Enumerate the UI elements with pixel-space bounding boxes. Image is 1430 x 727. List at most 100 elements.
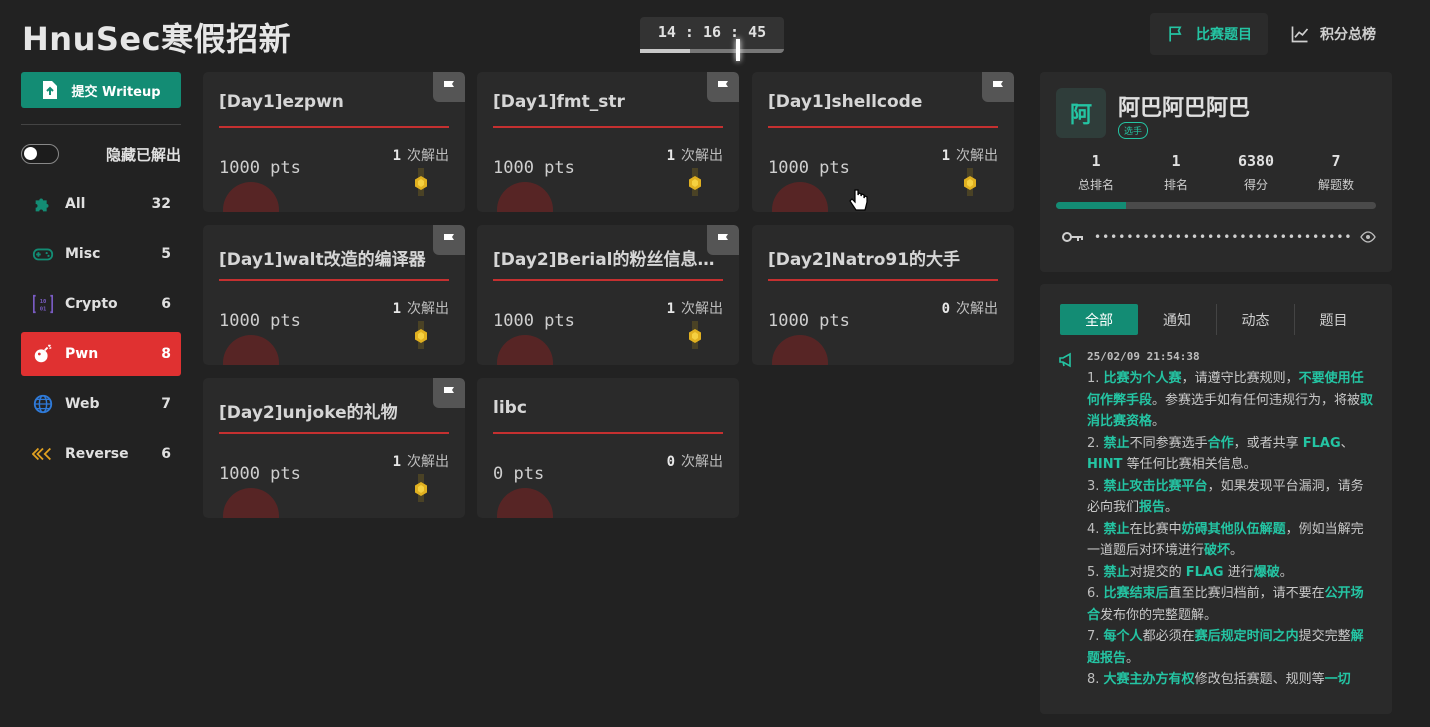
flag-icon [718, 81, 728, 94]
category-crypto[interactable]: 10 01 Crypto 6 [21, 282, 181, 326]
nav-scoreboard-button[interactable]: 积分总榜 [1274, 13, 1392, 55]
solved-flag-badge [707, 72, 739, 102]
solve-label: 次解出 [956, 301, 998, 317]
stat-value: 6380 [1237, 152, 1275, 170]
eye-icon[interactable] [1360, 231, 1376, 243]
challenge-solves: 1 次解出 [393, 451, 449, 471]
rule-3: 3. 禁止攻击比赛平台，如果发现平台漏洞，请务必向我们报告。 [1087, 478, 1364, 516]
bomb-icon [31, 342, 55, 366]
notice-tab-3[interactable]: 题目 [1294, 304, 1372, 335]
profile-stat: 7 解题数 [1296, 152, 1376, 193]
challenge-card[interactable]: [Day1]fmt_str 1000 pts 1 次解出 [477, 72, 739, 212]
mouse-pointer-icon [849, 189, 868, 211]
category-label: All [65, 196, 86, 212]
solve-label: 次解出 [681, 454, 723, 470]
nav-challenges-label: 比赛题目 [1196, 27, 1252, 43]
submit-writeup-button[interactable]: 提交 Writeup [21, 72, 181, 108]
challenge-points: 1000 pts [768, 158, 850, 178]
challenge-card[interactable]: libc 0 pts 0 次解出 [477, 378, 739, 518]
solved-flag-badge [707, 225, 739, 255]
challenge-divider [493, 279, 723, 281]
timer-progress-fill [640, 49, 691, 53]
challenge-card[interactable]: [Day1]walt改造的编译器 1000 pts 1 次解出 [203, 225, 465, 365]
decoration-blob [497, 488, 553, 518]
flag-icon [1169, 26, 1182, 42]
category-label: Web [65, 396, 100, 412]
rule-4: 4. 禁止在比赛中妨碍其他队伍解题，例如当解完一道题后对环境进行破坏。 [1087, 521, 1364, 559]
challenge-card[interactable]: [Day1]shellcode 1000 pts 1 次解出 [752, 72, 1014, 212]
challenge-card[interactable]: [Day2]Berial的粉丝信息收… 1000 pts 1 次解出 [477, 225, 739, 365]
notice-tab-1[interactable]: 通知 [1138, 304, 1216, 335]
challenge-divider [493, 432, 723, 434]
notice-time: 25/02/09 21:54:38 [1087, 350, 1200, 363]
challenge-points: 1000 pts [493, 158, 575, 178]
flag-icon [993, 81, 1003, 94]
flag-icon [718, 234, 728, 247]
hide-solved-label: 隐藏已解出 [105, 145, 181, 164]
token-mask: •••••••••••••••••••••••••••••••••• [1094, 230, 1350, 244]
challenge-solves: 0 次解出 [942, 298, 998, 318]
challenge-solves: 1 次解出 [667, 145, 723, 165]
profile-name: 阿巴阿巴阿巴 [1118, 96, 1251, 121]
decoration-blob [772, 182, 828, 212]
decoration-blob [223, 335, 279, 365]
challenge-title: libc [493, 398, 527, 418]
nav-challenges-button[interactable]: 比赛题目 [1150, 13, 1268, 55]
challenge-divider [219, 279, 449, 281]
stat-value: 1 [1091, 152, 1101, 170]
solve-label: 次解出 [681, 148, 723, 164]
notice-tab-0[interactable]: 全部 [1060, 304, 1138, 335]
stat-label: 排名 [1163, 178, 1188, 192]
solve-label: 次解出 [407, 148, 449, 164]
solved-flag-badge [982, 72, 1014, 102]
solve-count: 1 [392, 454, 401, 470]
file-upload-icon [43, 81, 58, 99]
rule-2: 2. 禁止不同参赛选手合作，或者共享 FLAG、HINT 等任何比赛相关信息。 [1087, 435, 1354, 473]
challenge-solves: 1 次解出 [667, 298, 723, 318]
gamepad-icon [31, 242, 55, 266]
decoration-blob [772, 335, 828, 365]
category-label: Reverse [65, 446, 129, 462]
notice-tabs: 全部 通知 动态 题目 [1060, 304, 1372, 335]
solve-count: 0 [941, 301, 950, 317]
category-reverse[interactable]: Reverse 6 [21, 432, 181, 476]
stat-value: 1 [1171, 152, 1181, 170]
stat-label: 解题数 [1317, 178, 1354, 192]
challenge-card[interactable]: [Day2]unjoke的礼物 1000 pts 1 次解出 [203, 378, 465, 518]
role-badge: 选手 [1118, 122, 1149, 139]
profile-progress-fill [1056, 202, 1127, 209]
category-misc[interactable]: Misc 5 [21, 232, 181, 276]
medal-icon [415, 168, 427, 196]
rule-8: 8. 大赛主办方有权修改包括赛题、规则等一切 [1087, 672, 1351, 687]
solve-count: 1 [392, 301, 401, 317]
category-count: 32 [151, 196, 171, 212]
challenge-title: [Day2]Natro91的大手 [768, 250, 961, 270]
nav-scoreboard-label: 积分总榜 [1320, 27, 1376, 43]
notice-tab-2[interactable]: 动态 [1216, 304, 1294, 335]
challenge-solves: 0 次解出 [667, 451, 723, 471]
app-title: HnuSec寒假招新 [22, 20, 292, 58]
challenge-points: 1000 pts [768, 311, 850, 331]
challenge-solves: 1 次解出 [393, 145, 449, 165]
challenge-card[interactable]: [Day2]Natro91的大手 1000 pts 0 次解出 [752, 225, 1014, 365]
category-web[interactable]: Web 7 [21, 382, 181, 426]
category-count: 8 [161, 346, 171, 362]
timer-text: 14 : 16 : 45 [657, 23, 767, 41]
category-label: Crypto [65, 296, 118, 312]
medal-icon [964, 168, 976, 196]
submit-writeup-label: 提交 Writeup [71, 84, 161, 100]
challenge-card[interactable]: [Day1]ezpwn 1000 pts 1 次解出 [203, 72, 465, 212]
category-all[interactable]: All 32 [21, 182, 181, 226]
medal-icon [689, 168, 701, 196]
category-pwn[interactable]: Pwn 8 [21, 332, 181, 376]
challenge-points: 1000 pts [219, 464, 301, 484]
megaphone-icon [1059, 352, 1071, 368]
hide-solved-toggle[interactable] [21, 144, 59, 164]
stat-value: 7 [1331, 152, 1341, 170]
challenge-divider [493, 126, 723, 128]
puzzle-icon [31, 192, 55, 216]
category-count: 6 [161, 446, 171, 462]
category-count: 5 [161, 246, 171, 262]
solve-count: 1 [666, 301, 675, 317]
solve-count: 0 [666, 454, 675, 470]
